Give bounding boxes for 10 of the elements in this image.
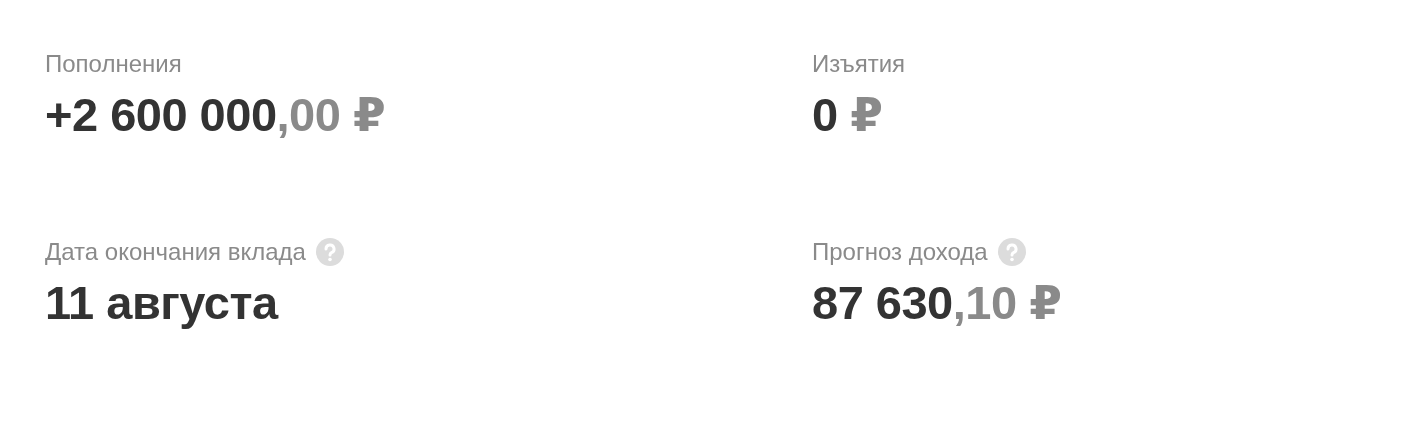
stat-label: Изъятия — [812, 50, 906, 78]
stat-value: 11 августа — [45, 276, 280, 330]
stat-label: Пополнения — [45, 50, 182, 78]
stat-label: Дата окончания вклада — [45, 238, 306, 266]
help-icon[interactable] — [315, 238, 344, 266]
stat-value: 0 ₽ — [812, 88, 884, 142]
stat-value: +2 600 000,00 ₽ — [45, 88, 387, 142]
help-icon[interactable] — [997, 238, 1026, 266]
stat-value: 87 630,10 ₽ — [812, 276, 1063, 330]
stat-label: Прогноз дохода — [812, 238, 988, 266]
